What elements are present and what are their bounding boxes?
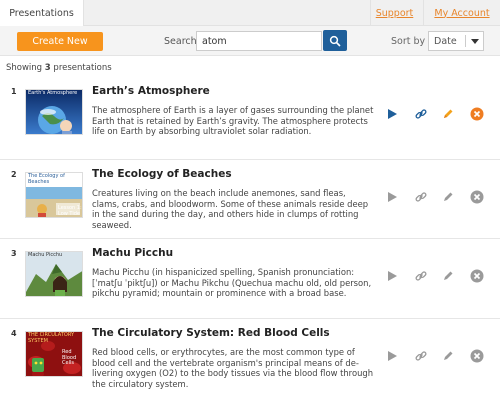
presentation-title[interactable]: Earth’s Atmosphere [92, 85, 210, 97]
play-icon [388, 192, 397, 202]
results-count-prefix: Showing [6, 63, 43, 73]
play-icon [388, 271, 397, 281]
play-button[interactable] [384, 268, 400, 284]
pencil-icon [444, 192, 453, 201]
share-link-button[interactable] [413, 106, 429, 122]
list-item: 4 THE CIRCULATORY SYSTEM Red Blood Cells… [0, 318, 500, 397]
play-button[interactable] [384, 348, 400, 364]
close-icon [470, 269, 484, 283]
item-number: 2 [11, 170, 17, 179]
sort-select[interactable]: Date [428, 31, 484, 51]
results-count-suffix: presentations [53, 63, 112, 73]
machu-picchu-thumbnail-image [26, 252, 82, 296]
sort-by-label: Sort by [391, 36, 426, 47]
presentation-description: Red blood cells, or erythrocytes, are th… [92, 347, 373, 389]
list-item: 3 Machu Picchu Machu Picchu Machu Picchu… [0, 238, 500, 308]
thumbnail-caption: Machu Picchu [28, 252, 63, 258]
close-icon [470, 349, 484, 363]
edit-button[interactable] [440, 348, 456, 364]
share-link-button[interactable] [413, 268, 429, 284]
edit-button[interactable] [440, 268, 456, 284]
share-link-button[interactable] [413, 348, 429, 364]
presentation-title[interactable]: The Ecology of Beaches [92, 168, 232, 180]
support-link[interactable]: Support [370, 0, 418, 26]
pencil-icon [444, 109, 453, 118]
presentation-title[interactable]: Machu Picchu [92, 247, 173, 259]
play-button[interactable] [384, 189, 400, 205]
presentation-description: The atmosphere of Earth is a layer of ga… [92, 105, 374, 136]
list-item: 2 The Ecology of Beaches Lesson 1: Low T… [0, 159, 500, 230]
delete-button[interactable] [469, 348, 485, 364]
pencil-icon [444, 271, 453, 280]
create-new-button[interactable]: Create New [17, 32, 103, 51]
play-button[interactable] [384, 106, 400, 122]
item-number: 1 [11, 87, 17, 96]
delete-button[interactable] [469, 268, 485, 284]
delete-button[interactable] [469, 106, 485, 122]
thumbnail-caption: The Ecology of Beaches [28, 173, 65, 185]
thumbnail-circulatory-system[interactable]: THE CIRCULATORY SYSTEM Red Blood Cells [25, 331, 83, 377]
presentation-title[interactable]: The Circulatory System: Red Blood Cells [92, 327, 330, 339]
thumbnail-caption: THE CIRCULATORY SYSTEM [28, 332, 75, 344]
link-icon [415, 271, 427, 281]
thumbnail-ecology-beaches[interactable]: The Ecology of Beaches Lesson 1: Low Tid… [25, 172, 83, 218]
presentation-description: Creatures living on the beach include an… [92, 188, 369, 230]
my-account-link[interactable]: My Account [423, 0, 500, 26]
search-label: Search [164, 36, 197, 47]
edit-button[interactable] [440, 106, 456, 122]
list-item: 1 Earth's Atmosphere Earth’s Atmosphere … [0, 77, 500, 147]
toolbar: Create New Search Sort by Date [0, 26, 500, 56]
top-nav-bar: Presentations Support My Account [0, 0, 500, 27]
share-link-button[interactable] [413, 189, 429, 205]
search-icon [329, 35, 341, 47]
thumbnail-earth-atmosphere[interactable]: Earth's Atmosphere [25, 89, 83, 135]
search-button[interactable] [323, 30, 347, 51]
pencil-icon [444, 351, 453, 360]
link-icon [415, 351, 427, 361]
sort-select-divider [465, 35, 466, 47]
thumbnail-caption: Earth's Atmosphere [28, 90, 78, 96]
edit-button[interactable] [440, 189, 456, 205]
item-number: 3 [11, 249, 17, 258]
presentation-description: Machu Picchu (in hispanicized spelling, … [92, 267, 372, 298]
play-icon [388, 351, 397, 361]
tab-presentations[interactable]: Presentations [0, 0, 84, 27]
results-count: Showing 3 presentations [6, 63, 112, 73]
thumbnail-subcaption: Red Blood Cells [62, 349, 77, 366]
sort-select-value: Date [434, 36, 457, 47]
search-input[interactable] [196, 31, 322, 51]
results-count-number: 3 [44, 63, 51, 73]
chevron-down-icon [471, 39, 479, 44]
earth-thumbnail-image [26, 90, 82, 134]
link-icon [415, 192, 427, 202]
close-icon [470, 190, 484, 204]
thumbnail-machu-picchu[interactable]: Machu Picchu [25, 251, 83, 297]
play-icon [388, 109, 397, 119]
item-number: 4 [11, 329, 17, 338]
link-icon [415, 109, 427, 119]
thumbnail-subcaption: Lesson 1: Low Tide [58, 205, 82, 217]
close-icon [470, 107, 484, 121]
delete-button[interactable] [469, 189, 485, 205]
